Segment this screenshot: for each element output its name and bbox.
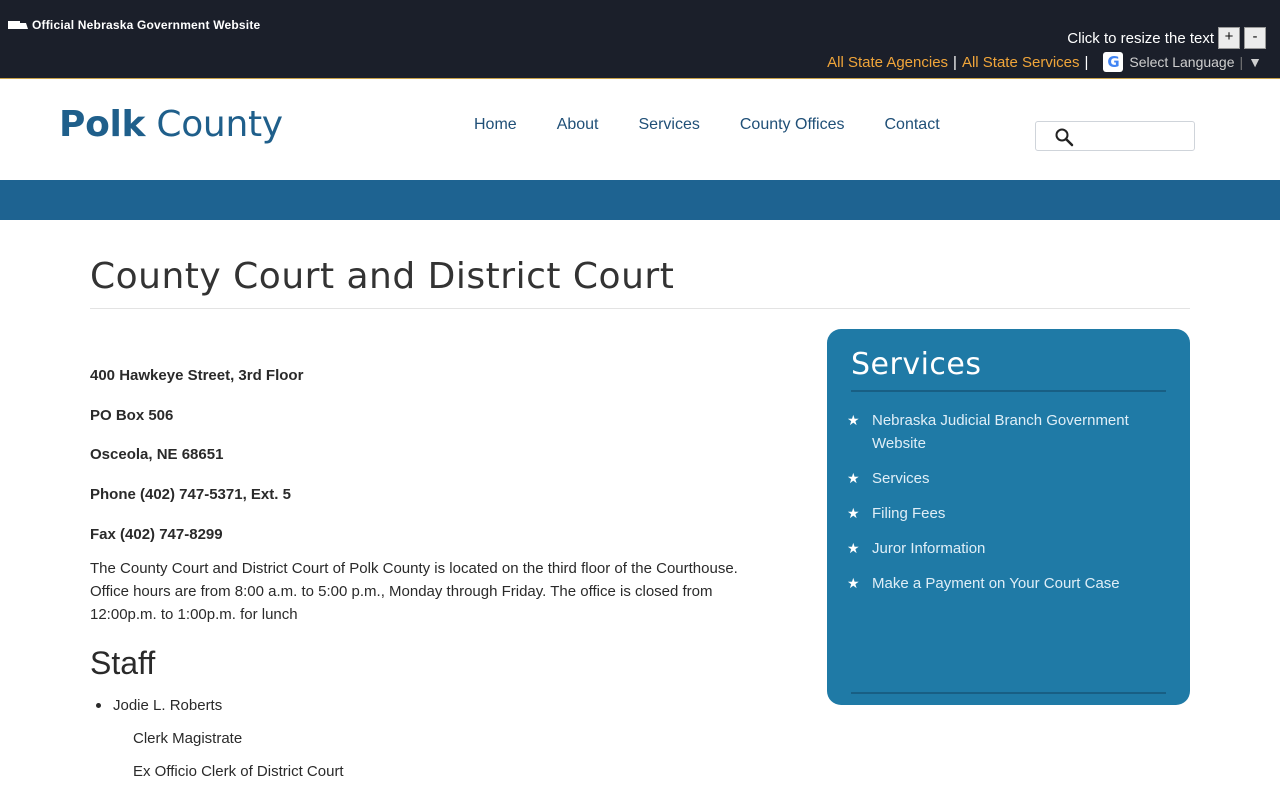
list-item: ★ Nebraska Judicial Branch Government We…: [847, 409, 1167, 455]
services-bottom-divider: [851, 692, 1166, 694]
site-logo[interactable]: Polk County: [59, 104, 283, 145]
nav-home[interactable]: Home: [474, 116, 517, 134]
services-list: ★ Nebraska Judicial Branch Government We…: [847, 409, 1167, 607]
staff-title: Clerk Magistrate: [133, 730, 243, 747]
star-icon: ★: [847, 505, 860, 521]
logo-light-text: County: [156, 104, 283, 145]
star-icon: ★: [847, 412, 860, 428]
list-item: ★ Filing Fees: [847, 502, 1167, 525]
services-panel-title: Services: [851, 347, 982, 382]
resize-label: Click to resize the text: [1067, 29, 1214, 47]
contact-info: 400 Hawkeye Street, 3rd Floor PO Box 506…: [90, 366, 790, 564]
search-input[interactable]: [1035, 121, 1195, 151]
language-select[interactable]: G Select Language | ▼: [1103, 52, 1262, 72]
title-divider: [90, 308, 1190, 309]
page-title: County Court and District Court: [90, 256, 675, 297]
official-site-text: Official Nebraska Government Website: [32, 18, 261, 32]
separator: |: [1084, 53, 1089, 71]
separator: |: [1239, 54, 1244, 70]
star-icon: ★: [847, 540, 860, 556]
services-link[interactable]: Services: [872, 467, 930, 490]
nav-services[interactable]: Services: [639, 116, 700, 134]
state-links: All State Agencies | All State Services …: [827, 52, 1262, 72]
address-street: 400 Hawkeye Street, 3rd Floor: [90, 367, 304, 384]
official-site-label: Official Nebraska Government Website: [8, 18, 260, 32]
site-header: Polk County Home About Services County O…: [0, 80, 1280, 180]
nav-county-offices[interactable]: County Offices: [740, 116, 845, 134]
star-icon: ★: [847, 575, 860, 591]
star-icon: ★: [847, 470, 860, 486]
filing-fees-link[interactable]: Filing Fees: [872, 502, 945, 525]
list-item: ★ Make a Payment on Your Court Case: [847, 572, 1167, 595]
office-description: The County Court and District Court of P…: [90, 560, 738, 623]
bullet-icon: [96, 703, 101, 708]
services-divider: [851, 390, 1166, 392]
address-city: Osceola, NE 68651: [90, 446, 224, 464]
logo-bold-text: Polk: [59, 104, 146, 145]
decrease-text-button[interactable]: -: [1244, 27, 1266, 49]
nav-about[interactable]: About: [557, 116, 599, 134]
address-po-box: PO Box 506: [90, 406, 174, 424]
services-panel: Services ★ Nebraska Judicial Branch Gove…: [827, 329, 1190, 705]
separator: |: [953, 53, 957, 71]
nebraska-icon: [8, 21, 28, 29]
chevron-down-icon: ▼: [1248, 54, 1262, 70]
state-banner: Official Nebraska Government Website Cli…: [0, 0, 1280, 79]
list-item: ★ Services: [847, 467, 1167, 490]
judicial-branch-link[interactable]: Nebraska Judicial Branch Government Webs…: [872, 409, 1167, 455]
text-resize-controls: Click to resize the text + -: [1067, 27, 1266, 49]
all-state-agencies-link[interactable]: All State Agencies: [827, 54, 948, 71]
google-icon: G: [1103, 52, 1124, 72]
increase-text-button[interactable]: +: [1218, 27, 1240, 49]
language-select-label: Select Language: [1129, 54, 1235, 70]
search-icon: [1055, 128, 1074, 147]
staff-name: Jodie L. Roberts: [113, 697, 223, 714]
staff-title: Ex Officio Clerk of District Court: [133, 763, 344, 780]
juror-information-link[interactable]: Juror Information: [872, 537, 985, 560]
staff-heading: Staff: [90, 645, 156, 681]
nav-contact[interactable]: Contact: [885, 116, 940, 134]
staff-member: Jodie L. Roberts: [96, 697, 696, 714]
list-item: ★ Juror Information: [847, 537, 1167, 560]
phone-number: Phone (402) 747-5371, Ext. 5: [90, 486, 291, 504]
header-band: [0, 180, 1280, 220]
all-state-services-link[interactable]: All State Services: [962, 54, 1080, 71]
staff-list: Jodie L. Roberts: [96, 697, 696, 714]
make-payment-link[interactable]: Make a Payment on Your Court Case: [872, 572, 1120, 595]
main-nav: Home About Services County Offices Conta…: [474, 116, 940, 134]
